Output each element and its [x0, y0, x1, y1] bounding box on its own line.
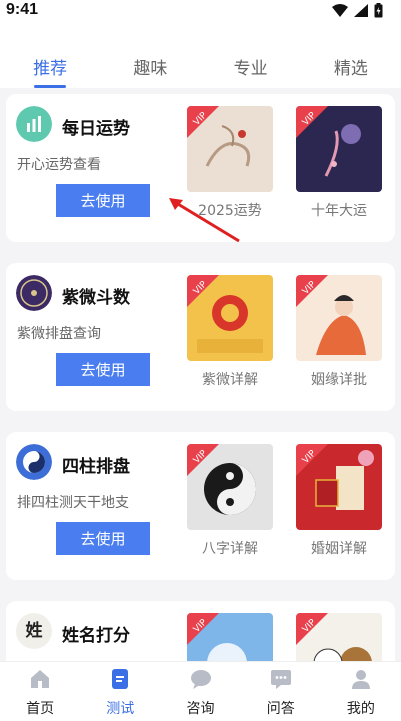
card-desc: 紫微排盘查询 — [17, 326, 101, 342]
battery-icon — [374, 3, 383, 18]
tab-recommend[interactable]: 推荐 — [0, 54, 100, 88]
thumb-bazi-detail[interactable]: VIP — [187, 444, 273, 530]
card-desc: 排四柱测天干地支 — [17, 495, 129, 511]
thumb-2025-fortune[interactable]: VIP — [187, 106, 273, 192]
use-button[interactable]: 去使用 — [56, 184, 150, 217]
nav-home[interactable]: 首页 — [0, 662, 80, 721]
card-four-pillars: 四柱排盘 排四柱测天干地支 去使用 VIP 八字详解 VIP 婚姻详解 — [6, 432, 395, 580]
thumb-caption: 十年大运 — [311, 203, 367, 219]
nav-label: 问答 — [266, 701, 295, 717]
status-bar: 9:41 — [0, 0, 401, 22]
tab-fun[interactable]: 趣味 — [100, 54, 200, 88]
card-desc: 开心运势查看 — [17, 157, 101, 173]
thumb-caption: 婚姻详解 — [311, 541, 367, 557]
thumb-marriage-detail[interactable]: VIP — [296, 444, 382, 530]
nav-label: 测试 — [106, 701, 135, 717]
thumb-caption: 八字详解 — [202, 541, 258, 557]
card-title: 姓名打分 — [62, 626, 130, 646]
card-title: 紫微斗数 — [62, 288, 130, 308]
fortune-chart-icon — [16, 106, 52, 142]
nav-consult[interactable]: 咨询 — [160, 662, 240, 721]
card-title: 四柱排盘 — [62, 457, 130, 477]
card-title: 每日运势 — [62, 119, 130, 139]
use-button[interactable]: 去使用 — [56, 522, 150, 555]
nav-label: 咨询 — [186, 701, 215, 717]
bottom-nav: 首页 测试 咨询 问答 我的 — [0, 661, 401, 721]
status-time: 9:41 — [6, 1, 39, 18]
qa-icon — [270, 670, 291, 689]
name-glyph-icon: 姓 — [16, 613, 52, 649]
status-icons — [332, 3, 383, 18]
tab-featured[interactable]: 精选 — [301, 54, 401, 88]
tab-professional[interactable]: 专业 — [201, 54, 301, 88]
nav-test[interactable]: 测试 — [80, 662, 160, 721]
ziwei-emblem-icon — [16, 275, 52, 311]
thumb-ziwei-detail[interactable]: VIP — [187, 275, 273, 361]
use-button[interactable]: 去使用 — [56, 353, 150, 386]
nav-qa[interactable]: 问答 — [241, 662, 321, 721]
card-ziwei: 紫微斗数 紫微排盘查询 去使用 VIP 紫微详解 VIP 姻缘详批 — [6, 263, 395, 411]
test-icon — [112, 669, 129, 689]
nav-label: 我的 — [346, 701, 375, 717]
nav-mine[interactable]: 我的 — [321, 662, 401, 721]
chat-icon — [190, 670, 211, 689]
home-icon — [31, 670, 50, 688]
taiji-globe-icon — [16, 444, 52, 480]
profile-icon — [351, 670, 370, 689]
annotation-arrow-icon — [169, 198, 240, 243]
tab-bar: 推荐 趣味 专业 精选 — [0, 54, 401, 88]
signal-icon — [354, 4, 368, 17]
thumb-caption: 姻缘详批 — [311, 372, 367, 388]
nav-label: 首页 — [26, 701, 55, 717]
thumb-marriage-fate[interactable]: VIP — [296, 275, 382, 361]
wifi-icon — [332, 4, 348, 17]
thumb-caption: 紫微详解 — [202, 372, 258, 388]
thumb-ten-year-luck[interactable]: VIP — [296, 106, 382, 192]
